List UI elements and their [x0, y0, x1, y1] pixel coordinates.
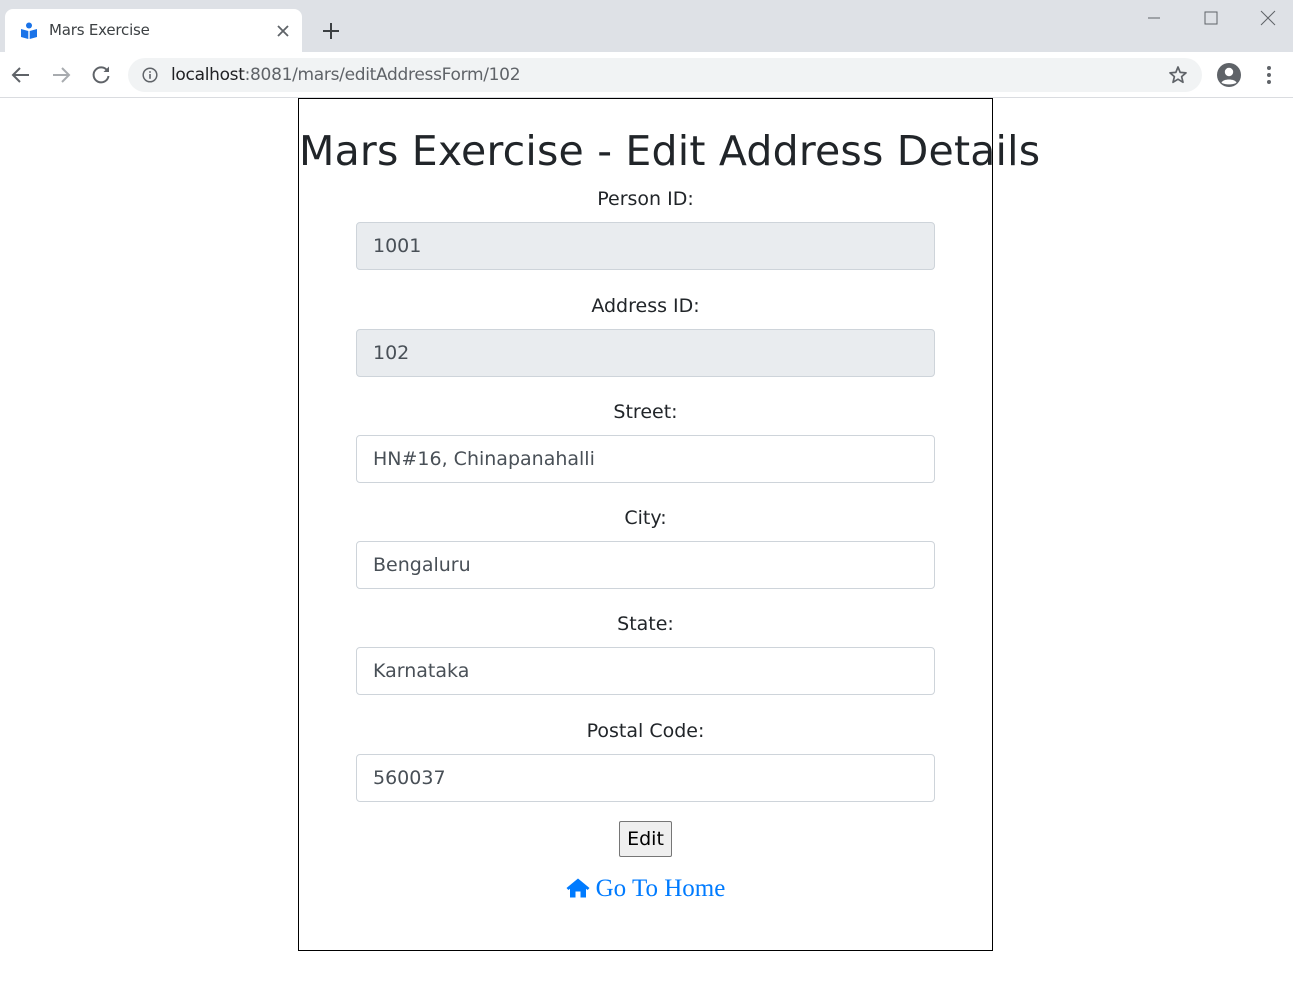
- street-label: Street:: [613, 401, 678, 423]
- minimize-icon[interactable]: [1144, 8, 1164, 28]
- state-label: State:: [617, 613, 674, 635]
- address-bar[interactable]: localhost:8081/mars/editAddressForm/102: [128, 58, 1202, 92]
- browser-toolbar: localhost:8081/mars/editAddressForm/102: [0, 52, 1293, 98]
- book-reader-icon: [21, 22, 37, 39]
- postal-code-label: Postal Code:: [586, 720, 705, 742]
- info-icon[interactable]: [142, 67, 158, 83]
- street-field[interactable]: [356, 435, 935, 483]
- url-host: localhost: [171, 65, 245, 85]
- edit-address-card: Mars Exercise - Edit Address Details Per…: [298, 98, 1041, 951]
- browser-tabstrip: Mars Exercise: [0, 0, 1293, 52]
- person-id-field[interactable]: [356, 222, 935, 270]
- reload-icon[interactable]: [89, 63, 113, 87]
- address-id-label: Address ID:: [591, 295, 700, 317]
- tab-title: Mars Exercise: [49, 21, 150, 39]
- close-tab-icon[interactable]: [274, 22, 292, 40]
- url-path: :8081/mars/editAddressForm/102: [244, 65, 521, 85]
- address-id-field[interactable]: [356, 329, 935, 377]
- person-id-label: Person ID:: [597, 188, 694, 210]
- back-arrow-icon[interactable]: [9, 63, 33, 87]
- maximize-icon[interactable]: [1201, 8, 1221, 28]
- url-text: localhost:8081/mars/editAddressForm/102: [171, 65, 521, 85]
- city-field[interactable]: [356, 541, 935, 589]
- new-tab-icon[interactable]: [320, 20, 342, 42]
- city-label: City:: [624, 507, 667, 529]
- close-window-icon[interactable]: [1258, 8, 1278, 28]
- kebab-menu-icon[interactable]: [1259, 63, 1279, 87]
- home-icon: [566, 878, 590, 898]
- state-field[interactable]: [356, 647, 935, 695]
- postal-code-field[interactable]: [356, 754, 935, 802]
- forward-arrow-icon[interactable]: [49, 63, 73, 87]
- browser-tab[interactable]: Mars Exercise: [5, 9, 302, 52]
- go-to-home-label: Go To Home: [595, 875, 726, 902]
- account-icon[interactable]: [1216, 62, 1242, 88]
- go-to-home-link[interactable]: Go To Home: [299, 875, 992, 903]
- edit-button[interactable]: Edit: [619, 821, 672, 857]
- page-title: Mars Exercise - Edit Address Details: [299, 127, 1041, 175]
- bookmark-star-icon[interactable]: [1168, 65, 1188, 85]
